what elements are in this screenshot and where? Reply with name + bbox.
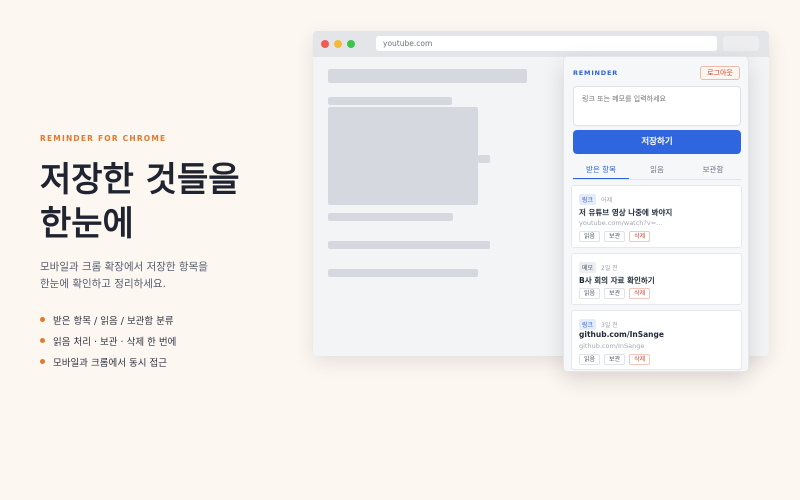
delete-button[interactable]: 삭제 (629, 231, 651, 242)
logout-button[interactable]: 로그아웃 (700, 66, 740, 80)
feature-list: 받은 항목 / 읽음 / 보관함 분류 읽음 처리 · 보관 · 삭제 한 번에… (40, 309, 176, 372)
bullet-dot-icon (40, 359, 45, 364)
item-meta: 링크 어제 (579, 194, 612, 205)
archive-button[interactable]: 보관 (604, 288, 626, 299)
eyebrow-label: REMINDER FOR CHROME (40, 134, 167, 143)
placeholder-line (328, 213, 453, 221)
address-bar[interactable]: youtube.com (376, 36, 717, 51)
placeholder-video (328, 107, 478, 205)
tab-inbox[interactable]: 받은 항목 (573, 160, 629, 179)
feature-item: 받은 항목 / 읽음 / 보관함 분류 (40, 309, 176, 330)
item-meta: 링크 3일 전 (579, 319, 618, 330)
feature-text: 읽음 처리 · 보관 · 삭제 한 번에 (53, 336, 177, 348)
headline-line-2: 한눈에 (40, 204, 134, 244)
type-badge: 메모 (579, 262, 597, 273)
minimize-window-icon[interactable] (334, 40, 342, 48)
list-item[interactable]: 링크 어제 저 유튜브 영상 나중에 봐야지 youtube.com/watch… (571, 185, 742, 248)
feature-item: 모바일과 크롬에서 동시 접근 (40, 351, 176, 372)
description-line-2: 한눈에 확인하고 정리하세요. (40, 278, 166, 290)
archive-button[interactable]: 보관 (604, 354, 626, 365)
type-badge: 링크 (579, 194, 597, 205)
item-actions: 읽음 보관 삭제 (579, 288, 654, 299)
mark-read-button[interactable]: 읽음 (579, 288, 601, 299)
feature-item: 읽음 처리 · 보관 · 삭제 한 번에 (40, 330, 176, 351)
feature-text: 받은 항목 / 읽음 / 보관함 분류 (53, 315, 174, 327)
memo-input[interactable] (573, 86, 741, 126)
tab-archive[interactable]: 보관함 (685, 160, 741, 179)
maximize-window-icon[interactable] (347, 40, 355, 48)
item-title: B사 회의 자료 확인하기 (579, 276, 655, 285)
headline: 저장한 것들을 한눈에 (40, 158, 240, 246)
item-time: 2일 전 (601, 265, 618, 272)
item-subtitle: github.com/InSange (579, 342, 645, 350)
description-line-1: 모바일과 크롬 확장에서 저장한 항목을 (40, 261, 208, 273)
delete-button[interactable]: 삭제 (629, 354, 651, 365)
popup-brand: REMINDER (573, 69, 619, 77)
item-time: 어제 (601, 197, 613, 204)
item-actions: 읽음 보관 삭제 (579, 354, 654, 365)
delete-button[interactable]: 삭제 (629, 288, 651, 299)
description: 모바일과 크롬 확장에서 저장한 항목을 한눈에 확인하고 정리하세요. (40, 259, 208, 293)
bullet-dot-icon (40, 317, 45, 322)
save-button[interactable]: 저장하기 (573, 130, 741, 154)
item-title: github.com/InSange (579, 330, 664, 339)
list-item[interactable]: 메모 2일 전 B사 회의 자료 확인하기 읽음 보관 삭제 (571, 253, 742, 305)
reminder-popup: REMINDER 로그아웃 저장하기 받은 항목 읽음 보관함 링크 어제 저 … (563, 56, 749, 372)
archive-button[interactable]: 보관 (604, 231, 626, 242)
item-subtitle: youtube.com/watch?v=... (579, 219, 663, 227)
tab-read[interactable]: 읽음 (629, 160, 685, 179)
bullet-dot-icon (40, 338, 45, 343)
headline-line-1: 저장한 것들을 (40, 160, 240, 200)
mark-read-button[interactable]: 읽음 (579, 354, 601, 365)
item-actions: 읽음 보관 삭제 (579, 231, 654, 242)
extension-slot[interactable] (723, 36, 759, 51)
mark-read-button[interactable]: 읽음 (579, 231, 601, 242)
popup-tabs: 받은 항목 읽음 보관함 (573, 160, 741, 180)
feature-text: 모바일과 크롬에서 동시 접근 (53, 357, 167, 369)
item-meta: 메모 2일 전 (579, 262, 618, 273)
close-window-icon[interactable] (321, 40, 329, 48)
placeholder-line (478, 155, 490, 163)
list-item[interactable]: 링크 3일 전 github.com/InSange github.com/In… (571, 310, 742, 370)
placeholder-line (328, 97, 452, 105)
item-time: 3일 전 (601, 322, 618, 329)
placeholder-line (328, 269, 478, 277)
type-badge: 링크 (579, 319, 597, 330)
placeholder-title-bar (328, 69, 527, 83)
item-title: 저 유튜브 영상 나중에 봐야지 (579, 208, 673, 217)
placeholder-line (328, 241, 490, 249)
browser-titlebar: youtube.com (313, 31, 769, 57)
